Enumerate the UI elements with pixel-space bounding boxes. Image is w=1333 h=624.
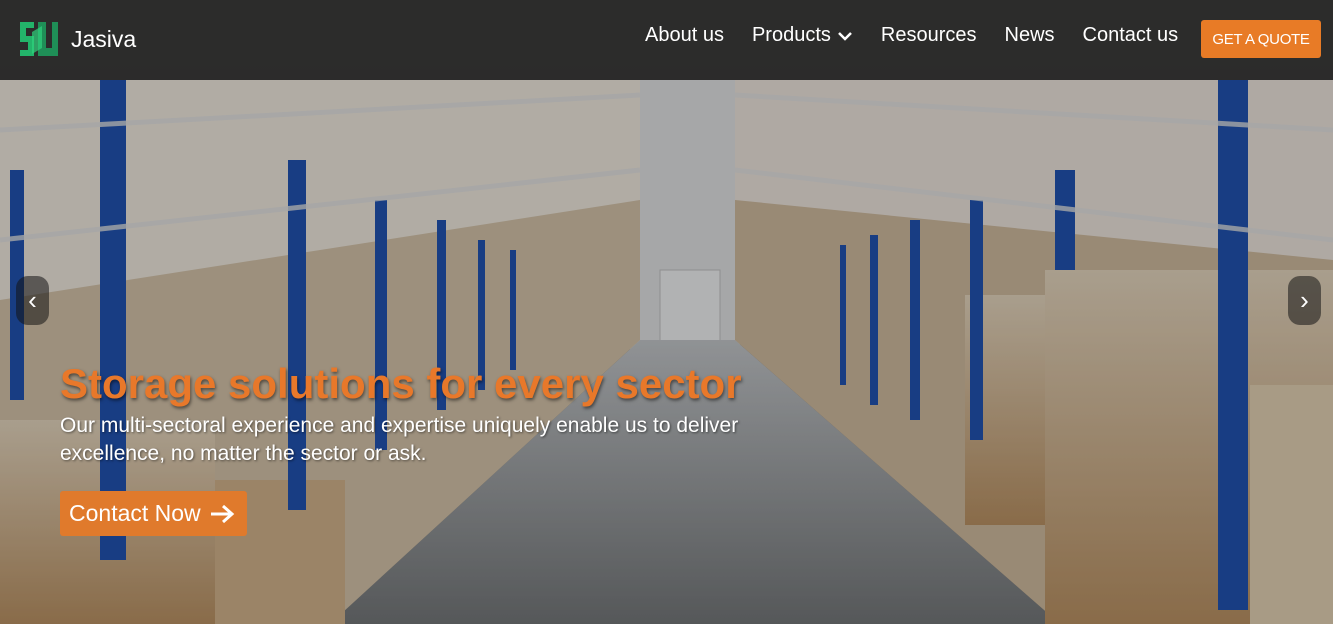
nav-contact-us[interactable]: Contact us (1083, 24, 1179, 47)
nav-contact-us-label: Contact us (1082, 24, 1179, 46)
nav-news-label: News (1004, 24, 1055, 46)
chevron-right-icon: › (1300, 285, 1309, 315)
carousel-next-button[interactable]: › (1288, 276, 1321, 325)
nav-products[interactable]: Products (752, 24, 853, 47)
chevron-left-icon: ‹ (28, 285, 37, 315)
hero-subtext: Our multi-sectoral experience and expert… (60, 414, 739, 465)
get-a-quote-button[interactable]: GET A QUOTE (1201, 20, 1321, 58)
nav-resources-label: Resources (880, 24, 977, 46)
arrow-right-icon (210, 504, 234, 523)
nav-resources[interactable]: Resources (881, 24, 977, 47)
nav-products-label: Products (751, 24, 831, 46)
jasiva-logo-icon[interactable] (18, 18, 58, 60)
nav-about-us-label: About us (645, 24, 724, 46)
brand-name[interactable]: Jasiva (71, 26, 136, 53)
hero-headline: Storage solutions for every sector (60, 360, 742, 407)
nav-news[interactable]: News (1005, 24, 1055, 47)
contact-now-button[interactable]: Contact Now (60, 491, 247, 536)
contact-now-label: Contact Now (69, 500, 201, 526)
site-header: Jasiva About us Products Resources News … (0, 0, 1333, 80)
nav-about-us[interactable]: About us (645, 24, 724, 47)
main-nav: About us Products Resources News Contact… (645, 24, 1206, 47)
chevron-down-icon (838, 31, 852, 41)
carousel-prev-button[interactable]: ‹ (16, 276, 49, 325)
